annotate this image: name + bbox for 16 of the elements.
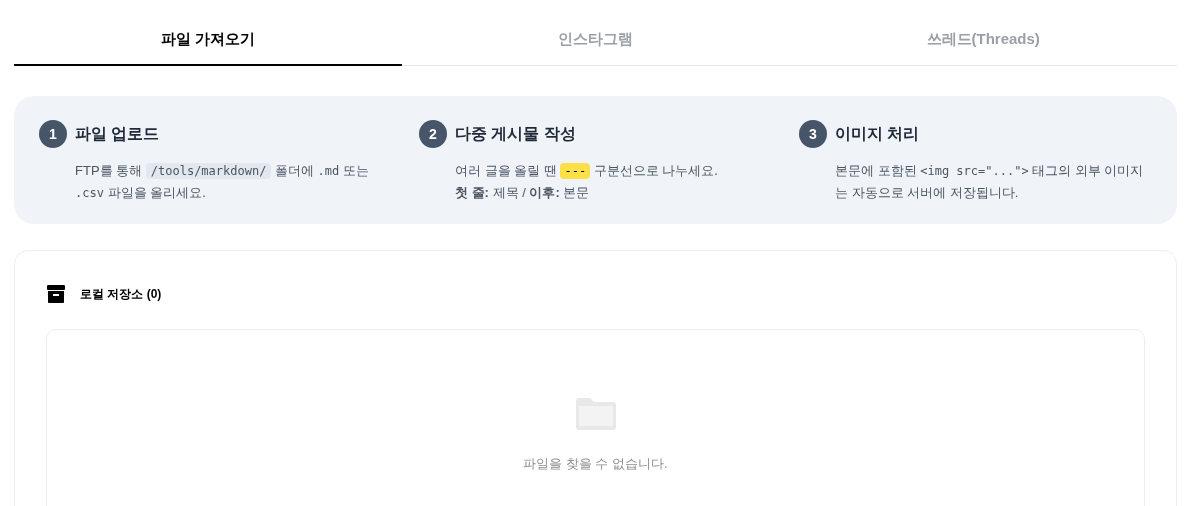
- step-number: 3: [799, 120, 827, 148]
- step-number: 2: [419, 120, 447, 148]
- step-title: 다중 게시물 작성: [455, 124, 576, 144]
- step-title: 파일 업로드: [75, 124, 160, 144]
- tab[interactable]: 파일 가져오기: [14, 14, 402, 66]
- step-description: FTP를 통해 /tools/markdown/ 폴더에 .md 또는 .csv 파일을 올리세요.: [75, 162, 370, 202]
- step-title: 이미지 처리: [835, 124, 920, 144]
- step-description: 첫 줄: 제목 / 이후: 본문: [455, 184, 591, 202]
- step-description: 여러 글을 올릴 땐 --- 구분선으로 나누세요.: [455, 162, 719, 181]
- tab[interactable]: 인스타그램: [401, 14, 790, 65]
- empty-message: 파일을 찾을 수 없습니다.: [523, 455, 668, 473]
- tab[interactable]: 쓰레드(Threads): [789, 14, 1177, 65]
- step-description: 본문에 포함된 <img src="..."> 태그의 외부 이미지는 자동으로 서버에 저장됩니다.: [835, 162, 1145, 202]
- step-number: 1: [39, 120, 67, 148]
- archive-box-icon: [46, 284, 66, 304]
- storage-title: 로컬 저장소 (0): [80, 286, 162, 303]
